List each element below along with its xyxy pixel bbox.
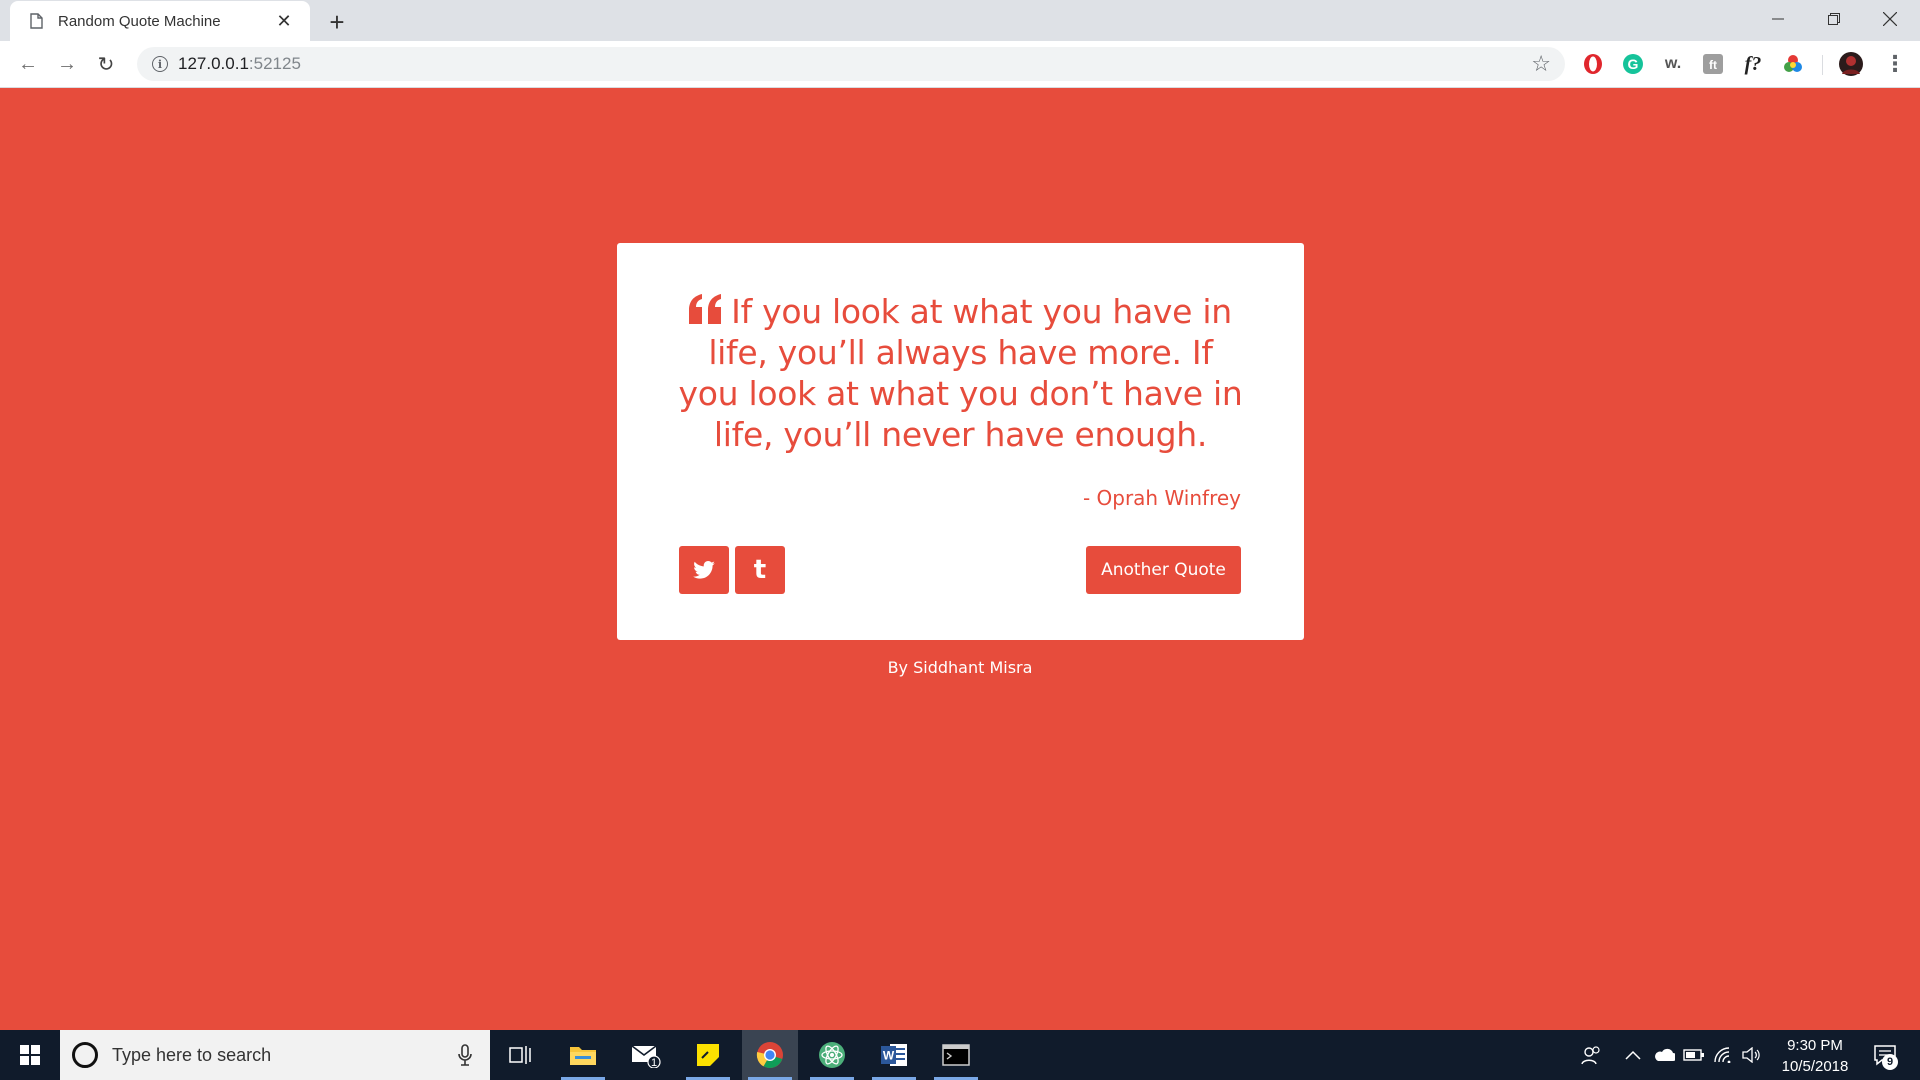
quote-card: If you look at what you have in life, yo… <box>617 243 1304 640</box>
action-center-button[interactable]: 9 <box>1868 1040 1902 1070</box>
taskbar-search-box[interactable]: Type here to search <box>60 1030 490 1080</box>
tab-title: Random Quote Machine <box>58 12 221 30</box>
url-host: 127.0.0.1 <box>178 54 249 73</box>
microphone-icon[interactable] <box>458 1044 472 1066</box>
clock-time: 9:30 PM <box>1787 1037 1843 1054</box>
wifi-icon[interactable] <box>1711 1042 1737 1068</box>
quote-author: - Oprah Winfrey <box>1082 486 1241 510</box>
svg-text:G: G <box>1628 56 1639 72</box>
tab-strip: Random Quote Machine ✕ + <box>0 0 1920 41</box>
browser-toolbar: ← → ↻ i 127.0.0.1:52125 ☆ G w. ft f? ⋮ <box>0 41 1920 88</box>
show-hidden-icons-chevron-icon[interactable] <box>1620 1042 1646 1068</box>
folder-icon <box>570 1047 596 1065</box>
new-tab-button[interactable]: + <box>322 7 352 37</box>
terminal-icon <box>942 1044 970 1066</box>
mail-badge: 1 <box>651 1057 658 1069</box>
restore-button[interactable] <box>1806 0 1862 38</box>
document-icon <box>28 12 44 30</box>
twitter-icon <box>693 561 715 579</box>
opera-extension-icon[interactable] <box>1580 51 1606 77</box>
url-text[interactable]: 127.0.0.1:52125 <box>178 54 301 74</box>
cortana-icon <box>72 1042 98 1068</box>
byline-prefix: By <box>887 658 914 677</box>
taskbar-terminal[interactable] <box>928 1030 984 1080</box>
another-quote-button[interactable]: Another Quote <box>1086 546 1241 594</box>
toolbar-divider <box>1822 55 1823 75</box>
back-button[interactable]: ← <box>12 48 44 80</box>
browser-tab[interactable]: Random Quote Machine ✕ <box>10 1 310 41</box>
profile-avatar[interactable] <box>1838 51 1864 77</box>
font-extension-icon[interactable]: f? <box>1740 51 1766 77</box>
taskbar-word[interactable]: W <box>866 1030 922 1080</box>
author-link[interactable]: Siddhant Misra <box>913 658 1032 677</box>
grammarly-extension-icon[interactable]: G <box>1620 51 1646 77</box>
task-view-button[interactable] <box>492 1030 548 1080</box>
taskbar-atom[interactable] <box>804 1030 860 1080</box>
people-icon[interactable] <box>1578 1042 1604 1068</box>
windows-taskbar: Type here to search 1 W 9:30 PM 10/5/201… <box>0 1030 1920 1080</box>
quote-text: If you look at what you have in life, yo… <box>678 292 1243 454</box>
translate-extension-icon[interactable]: ft <box>1700 51 1726 77</box>
tab-close-icon[interactable]: ✕ <box>272 9 296 33</box>
browser-menu-icon[interactable]: ⋮ <box>1882 51 1908 77</box>
wordtune-extension-icon[interactable]: w. <box>1660 51 1686 77</box>
quote-block: If you look at what you have in life, yo… <box>677 291 1244 455</box>
chrome-icon <box>756 1042 783 1069</box>
word-icon: W <box>881 1044 907 1066</box>
onedrive-icon[interactable] <box>1651 1042 1677 1068</box>
svg-text:ft: ft <box>1709 58 1717 72</box>
close-window-button[interactable] <box>1862 0 1918 38</box>
atom-icon <box>819 1042 845 1068</box>
address-bar[interactable]: i 127.0.0.1:52125 ☆ <box>137 47 1565 81</box>
taskbar-clock[interactable]: 9:30 PM 10/5/2018 <box>1760 1035 1870 1077</box>
byline: By Siddhant Misra <box>0 658 1920 677</box>
taskbar-sticky-notes[interactable] <box>680 1030 736 1080</box>
bookmark-star-icon[interactable]: ☆ <box>1531 51 1551 77</box>
tweet-button[interactable] <box>679 546 729 594</box>
battery-icon[interactable] <box>1681 1042 1707 1068</box>
taskbar-mail[interactable]: 1 <box>618 1030 674 1080</box>
colorpicker-extension-icon[interactable] <box>1780 51 1806 77</box>
task-view-icon <box>509 1046 531 1064</box>
taskbar-chrome[interactable] <box>742 1030 798 1080</box>
notification-count: 9 <box>1882 1054 1898 1070</box>
windows-icon <box>20 1045 40 1065</box>
forward-button[interactable]: → <box>51 48 83 80</box>
reload-button[interactable]: ↻ <box>90 48 122 80</box>
quote-mark-icon <box>689 294 722 324</box>
minimize-button[interactable] <box>1750 0 1806 38</box>
sticky-notes-icon <box>697 1044 719 1066</box>
clock-date: 10/5/2018 <box>1781 1058 1849 1075</box>
page-body: If you look at what you have in life, yo… <box>0 88 1920 1030</box>
tumblr-button[interactable]: t <box>735 546 785 594</box>
taskbar-file-explorer[interactable] <box>555 1030 611 1080</box>
search-placeholder: Type here to search <box>112 1044 272 1065</box>
site-info-icon[interactable]: i <box>152 56 168 72</box>
tumblr-icon: t <box>753 555 767 585</box>
svg-text:W: W <box>883 1049 895 1063</box>
start-button[interactable] <box>0 1030 60 1080</box>
url-port: :52125 <box>248 54 301 73</box>
